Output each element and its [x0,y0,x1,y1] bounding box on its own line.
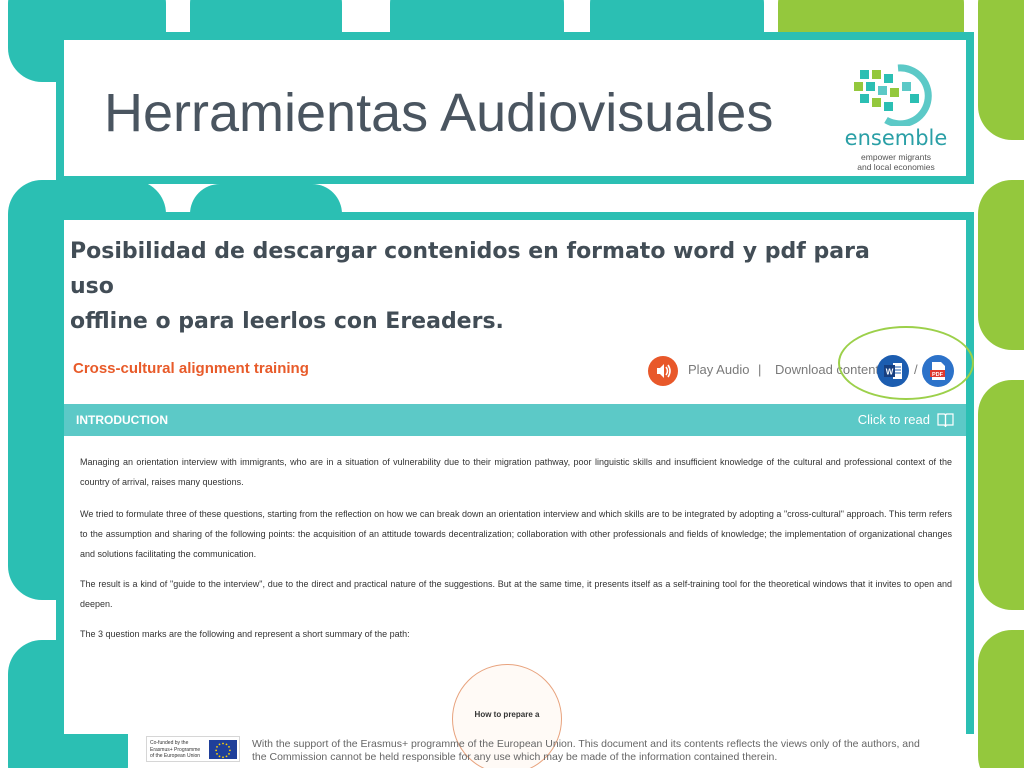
download-highlight-ring [838,326,974,400]
embedded-course-screenshot: Cross-cultural alignment training Play A… [64,326,974,768]
content-inner: Posibilidad de descargar contenidos en f… [64,220,974,768]
eu-logo-text: Co-funded by the Erasmus+ Programme of t… [150,740,206,760]
separator: | [758,362,762,377]
book-icon[interactable] [937,412,954,428]
bg-tile [978,630,1024,768]
eu-flag-icon [209,740,237,759]
question-circle-label: How to prepare a [474,710,540,719]
introduction-bar[interactable]: INTRODUCTION Click to read [64,404,966,436]
subtitle-line: Posibilidad de descargar contenidos en f… [70,239,870,299]
header-panel: Herramientas Audiovisuales ensemble empo… [56,32,974,184]
logo-tagline: empower migrants and local economies [836,152,956,172]
intro-paragraph: The 3 question marks are the following a… [80,629,410,639]
play-audio-link[interactable]: Play Audio [688,362,749,377]
header-inner: Herramientas Audiovisuales ensemble empo… [64,40,966,176]
click-to-read-link[interactable]: Click to read [858,412,930,427]
logo-tagline-line: and local economies [857,162,935,172]
slide-subtitle: Posibilidad de descargar contenidos en f… [70,234,910,339]
footer-disclaimer: With the support of the Erasmus+ program… [252,738,920,763]
intro-paragraph: Managing an orientation interview with i… [80,457,952,487]
eu-cofunded-logo: Co-funded by the Erasmus+ Programme of t… [146,736,240,762]
eu-logo-text-line: of the European Union [150,753,201,759]
ensemble-logo-icon [854,64,932,128]
bg-tile [978,380,1024,610]
content-panel: Posibilidad de descargar contenidos en f… [56,212,974,768]
play-audio-button[interactable] [648,356,678,386]
speaker-icon [657,364,671,378]
introduction-label: INTRODUCTION [76,413,168,427]
logo-wordmark: ensemble [844,126,948,150]
intro-paragraph: The result is a kind of "guide to the in… [80,579,952,609]
logo-tagline-line: empower migrants [861,152,931,162]
bg-tile [978,0,1024,140]
intro-paragraph: We tried to formulate three of these que… [80,509,952,559]
subtitle-line: offline o para leerlos con Ereaders. [70,309,504,334]
bg-tile [978,180,1024,350]
page-title: Herramientas Audiovisuales [104,83,774,143]
ensemble-logo: ensemble empower migrants and local econ… [836,60,956,176]
course-title: Cross-cultural alignment training [73,360,309,377]
